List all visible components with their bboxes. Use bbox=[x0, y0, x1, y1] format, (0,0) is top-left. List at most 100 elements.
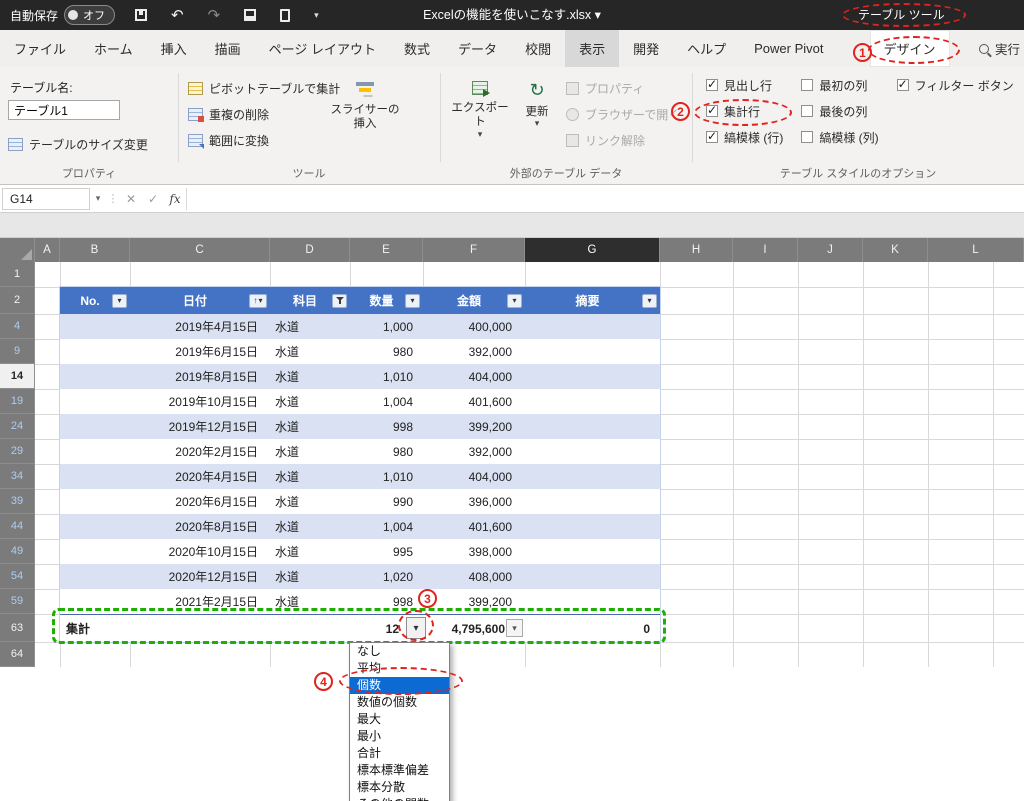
table-row[interactable]: 2021年2月15日 水道 998 399,200 bbox=[60, 589, 660, 614]
table-row[interactable]: 2019年12月15日 水道 998 399,200 bbox=[60, 414, 660, 439]
row-header[interactable]: 49 bbox=[0, 539, 35, 564]
banded-columns-checkbox[interactable]: 縞模様 (列) bbox=[801, 124, 879, 150]
tab-design[interactable]: デザイン bbox=[869, 30, 950, 67]
header-amount[interactable]: 金額 ▾ bbox=[423, 287, 525, 314]
col-header-h[interactable]: H bbox=[660, 238, 733, 262]
tell-me-search[interactable]: 実行 bbox=[978, 30, 1024, 67]
export-button[interactable]: エクスポート ▾ bbox=[448, 75, 512, 169]
col-header-d[interactable]: D bbox=[270, 238, 350, 262]
table-total-row[interactable]: 集計 12 4,795,600 0 bbox=[60, 614, 660, 642]
total-amount-function-dropdown-button[interactable]: ▾ bbox=[506, 619, 523, 637]
table-name-input[interactable] bbox=[8, 100, 120, 120]
tab-formulas[interactable]: 数式 bbox=[390, 30, 444, 67]
banded-rows-checkbox[interactable]: 縞模様 (行) bbox=[706, 124, 783, 150]
filter-dropdown-icon[interactable]: ▾ bbox=[405, 293, 420, 308]
total-label-cell[interactable]: 集計 bbox=[60, 615, 130, 642]
row-header[interactable]: 64 bbox=[0, 642, 35, 667]
new-file-icon[interactable] bbox=[280, 8, 291, 22]
table-row[interactable]: 2020年2月15日 水道 980 392,000 bbox=[60, 439, 660, 464]
col-header-e[interactable]: E bbox=[350, 238, 423, 262]
table-row[interactable]: 2019年10月15日 水道 1,004 401,600 bbox=[60, 389, 660, 414]
header-memo[interactable]: 摘要 ▾ bbox=[525, 287, 660, 314]
sort-asc-filter-icon[interactable]: ↑ ▾ bbox=[249, 293, 267, 308]
sheet-grid[interactable]: No. ▾ 日付 ↑ ▾ 科目 数量 ▾ 金額 ▾ 摘要 ▾ 2019年4月15… bbox=[35, 262, 1024, 667]
col-header-j[interactable]: J bbox=[798, 238, 863, 262]
row-header[interactable]: 4 bbox=[0, 314, 35, 339]
row-header[interactable]: 19 bbox=[0, 389, 35, 414]
dropdown-item-more-functions[interactable]: その他の関数... bbox=[350, 796, 449, 801]
tab-power-pivot[interactable]: Power Pivot bbox=[740, 30, 837, 67]
row-header[interactable]: 2 bbox=[0, 287, 35, 314]
table-row[interactable]: 2020年8月15日 水道 1,004 401,600 bbox=[60, 514, 660, 539]
row-header[interactable]: 39 bbox=[0, 489, 35, 514]
filter-dropdown-icon[interactable]: ▾ bbox=[507, 293, 522, 308]
tab-data[interactable]: データ bbox=[444, 30, 511, 67]
col-header-l[interactable]: L bbox=[928, 238, 1024, 262]
table-row[interactable]: 2020年12月15日 水道 1,020 408,000 bbox=[60, 564, 660, 589]
row-header[interactable]: 24 bbox=[0, 414, 35, 439]
col-header-k[interactable]: K bbox=[863, 238, 928, 262]
filter-dropdown-icon[interactable]: ▾ bbox=[642, 293, 657, 308]
header-no[interactable]: No. ▾ bbox=[60, 287, 130, 314]
select-all-corner[interactable] bbox=[0, 238, 35, 262]
col-header-b[interactable]: B bbox=[60, 238, 130, 262]
insert-slicer-button[interactable]: スライサーの挿入 bbox=[330, 75, 400, 169]
dropdown-item-count-numbers[interactable]: 数値の個数 bbox=[350, 694, 449, 711]
last-column-checkbox[interactable]: 最後の列 bbox=[801, 98, 878, 124]
row-header[interactable]: 54 bbox=[0, 564, 35, 589]
tab-developer[interactable]: 開発 bbox=[619, 30, 673, 67]
table-row[interactable]: 2019年4月15日 水道 1,000 400,000 bbox=[60, 314, 660, 339]
autosave-toggle[interactable]: 自動保存 オフ bbox=[10, 5, 116, 25]
total-row-checkbox[interactable]: 集計行 bbox=[706, 98, 783, 124]
row-header-active[interactable]: 14 bbox=[0, 364, 35, 389]
summarize-with-pivot-button[interactable]: ピボットテーブルで集計 bbox=[188, 77, 340, 99]
table-row[interactable]: 2019年6月15日 水道 980 392,000 bbox=[60, 339, 660, 364]
total-memo-cell[interactable]: 0 bbox=[525, 615, 660, 642]
insert-function-icon[interactable]: fx bbox=[164, 192, 186, 206]
header-qty[interactable]: 数量 ▾ bbox=[350, 287, 423, 314]
row-header[interactable]: 34 bbox=[0, 464, 35, 489]
dropdown-item-count[interactable]: 個数 bbox=[350, 677, 449, 694]
row-header[interactable]: 1 bbox=[0, 262, 35, 287]
filter-dropdown-icon[interactable]: ▾ bbox=[112, 293, 127, 308]
col-header-c[interactable]: C bbox=[130, 238, 270, 262]
confirm-entry-icon[interactable]: ✓ bbox=[142, 192, 164, 206]
dropdown-item-none[interactable]: なし bbox=[350, 643, 449, 660]
tab-file[interactable]: ファイル bbox=[0, 30, 80, 67]
row-header[interactable]: 44 bbox=[0, 514, 35, 539]
qat-dropdown-icon[interactable]: ▾ bbox=[314, 10, 319, 20]
name-box-dropdown-icon[interactable]: ▾ bbox=[90, 193, 106, 204]
dropdown-item-sum[interactable]: 合計 bbox=[350, 745, 449, 762]
dropdown-item-var[interactable]: 標本分散 bbox=[350, 779, 449, 796]
table-row[interactable]: 2020年4月15日 水道 1,010 404,000 bbox=[60, 464, 660, 489]
refresh-button[interactable]: ↻ 更新 ▾ bbox=[514, 75, 560, 169]
table-row[interactable]: 2020年6月15日 水道 990 396,000 bbox=[60, 489, 660, 514]
name-box[interactable]: G14 bbox=[2, 187, 90, 210]
quick-command-icon[interactable] bbox=[244, 9, 257, 21]
col-header-f[interactable]: F bbox=[423, 238, 525, 262]
dropdown-item-max[interactable]: 最大 bbox=[350, 711, 449, 728]
save-icon[interactable] bbox=[135, 9, 148, 21]
header-subject[interactable]: 科目 bbox=[270, 287, 350, 314]
tab-page-layout[interactable]: ページ レイアウト bbox=[255, 30, 390, 67]
first-column-checkbox[interactable]: 最初の列 bbox=[801, 72, 878, 98]
header-row-checkbox[interactable]: 見出し行 bbox=[706, 72, 783, 98]
tab-insert[interactable]: 挿入 bbox=[147, 30, 201, 67]
tab-review[interactable]: 校閲 bbox=[511, 30, 565, 67]
header-date[interactable]: 日付 ↑ ▾ bbox=[130, 287, 270, 314]
row-header[interactable]: 9 bbox=[0, 339, 35, 364]
remove-duplicates-button[interactable]: 重複の削除 bbox=[188, 103, 269, 125]
cancel-entry-icon[interactable]: ✕ bbox=[120, 192, 142, 206]
tab-help[interactable]: ヘルプ bbox=[673, 30, 740, 67]
convert-to-range-button[interactable]: 範囲に変換 bbox=[188, 129, 269, 151]
redo-icon[interactable]: ↷ bbox=[208, 8, 221, 23]
resize-table-button[interactable]: テーブルのサイズ変更 bbox=[8, 133, 148, 155]
filter-button-checkbox[interactable]: フィルター ボタン bbox=[896, 72, 1014, 98]
tab-draw[interactable]: 描画 bbox=[201, 30, 255, 67]
total-qty-function-dropdown-button[interactable]: ▾ bbox=[406, 617, 426, 639]
col-header-a[interactable]: A bbox=[35, 238, 60, 262]
dropdown-item-min[interactable]: 最小 bbox=[350, 728, 449, 745]
row-header[interactable]: 29 bbox=[0, 439, 35, 464]
col-header-i[interactable]: I bbox=[733, 238, 798, 262]
filter-applied-icon[interactable] bbox=[332, 293, 347, 308]
